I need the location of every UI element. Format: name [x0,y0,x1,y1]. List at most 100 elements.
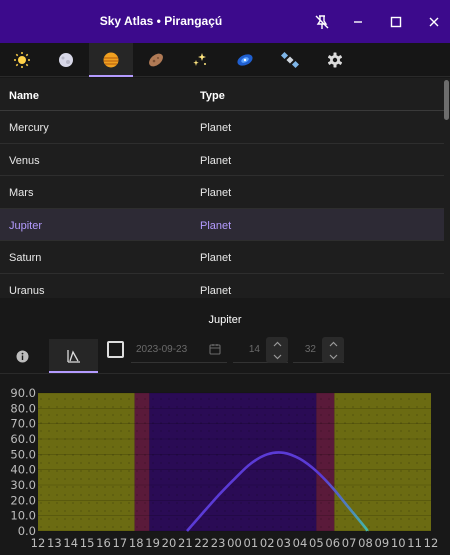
tab-planet[interactable] [89,43,133,77]
y-tick-label: 30.0 [10,478,36,492]
title-bar: Sky Atlas • Pirangaçú [0,0,450,43]
detail-divider [0,373,450,374]
stars-icon [193,53,206,66]
window-title: Sky Atlas • Pirangaçú [99,14,223,28]
now-checkbox[interactable] [107,341,124,358]
x-tick-label: 07 [342,536,357,550]
x-tick-label: 12 [424,536,439,550]
pin-off-icon[interactable] [310,10,334,34]
object-table: Name Type Mercury Planet Venus Planet Mars Pl… [0,78,444,298]
x-tick-label: 10 [391,536,406,550]
moon-icon [59,53,73,67]
tab-settings[interactable] [313,43,357,77]
maximize-icon[interactable] [384,10,408,34]
x-tick-label: 17 [113,536,128,550]
tab-moon[interactable] [44,43,88,77]
x-tick-label: 18 [129,536,144,550]
chevron-up-icon [273,341,281,346]
x-tick-label: 06 [325,536,340,550]
minute-decrement-button[interactable] [322,350,344,363]
chevron-down-icon [273,354,281,359]
close-icon[interactable] [422,10,446,34]
x-tick-label: 05 [309,536,324,550]
cell-name: Venus [9,154,40,167]
x-tick-label: 03 [276,536,291,550]
chevron-down-icon [329,354,337,359]
info-icon [16,350,28,362]
x-tick-label: 20 [162,536,177,550]
cell-type: Planet [200,187,232,199]
hour-decrement-button[interactable] [266,350,288,363]
cell-name: Saturn [9,252,42,264]
table-header: Name Type [0,78,444,111]
x-tick-label: 02 [260,536,275,550]
tab-satellite[interactable] [268,43,312,77]
x-tick-label: 01 [244,536,259,550]
table-row[interactable]: Mars Planet [0,176,444,209]
hour-stepper[interactable]: 14 [233,337,288,363]
y-tick-label: 90.0 [10,386,36,400]
cell-name: Jupiter [9,219,43,232]
galaxy-icon [237,54,253,66]
altitude-chart: 90.080.070.060.050.040.030.020.010.00.0 … [10,386,439,550]
x-tick-label: 21 [178,536,193,550]
y-tick-label: 20.0 [10,493,36,507]
date-field[interactable]: 2023-09-23 [131,337,227,363]
x-tick-label: 08 [358,536,373,550]
hour-value: 14 [248,344,260,355]
cell-type: Planet [200,154,232,167]
chevron-up-icon [329,341,337,346]
table-scrollbar-thumb[interactable] [444,80,449,120]
x-tick-label: 22 [194,536,209,550]
column-header-type[interactable]: Type [200,90,225,102]
table-row[interactable]: Uranus Planet [0,274,444,299]
x-tick-label: 00 [227,536,242,550]
minimize-icon[interactable] [346,10,370,34]
x-tick-label: 14 [63,536,78,550]
hour-increment-button[interactable] [266,337,288,350]
cell-type: Planet [200,219,232,232]
y-tick-label: 60.0 [10,432,36,446]
tab-galaxy[interactable] [223,43,267,77]
cell-type: Planet [200,284,232,297]
x-tick-label: 11 [407,536,422,550]
cell-name: Mercury [9,122,49,134]
x-tick-label: 15 [80,536,95,550]
y-tick-label: 10.0 [10,509,36,523]
table-row[interactable]: Saturn Planet [0,241,444,274]
minute-stepper[interactable]: 32 [293,337,344,363]
satellite-icon [281,51,299,69]
tab-altitude-chart[interactable] [49,339,98,373]
cell-type: Planet [200,122,232,134]
x-tick-label: 13 [47,536,62,550]
y-tick-label: 50.0 [10,447,36,461]
y-tick-label: 80.0 [10,401,36,415]
asteroid-icon [149,53,163,67]
planet-icon [103,52,119,68]
minute-increment-button[interactable] [322,337,344,350]
column-header-name[interactable]: Name [9,90,39,102]
x-tick-label: 12 [31,536,46,550]
sun-icon [14,52,30,68]
category-tabs [0,43,450,77]
date-value: 2023-09-23 [136,344,188,355]
minute-value: 32 [304,344,316,355]
x-tick-label: 09 [375,536,390,550]
x-tick-label: 23 [211,536,226,550]
table-row[interactable]: Jupiter Planet [0,208,444,241]
tab-info[interactable] [0,339,44,373]
y-tick-label: 70.0 [10,417,36,431]
cell-name: Mars [9,187,34,199]
table-row[interactable]: Venus Planet [0,144,444,176]
tab-asteroid[interactable] [134,43,178,77]
detail-title: Jupiter [208,314,242,326]
cell-type: Planet [200,252,232,264]
y-tick-label: 40.0 [10,463,36,477]
gear-icon [327,52,343,68]
tab-stars[interactable] [178,43,222,77]
tab-sun[interactable] [0,43,44,77]
cell-name: Uranus [9,284,45,297]
calendar-icon[interactable] [209,343,221,355]
x-tick-label: 04 [293,536,308,550]
table-row[interactable]: Mercury Planet [0,111,444,144]
